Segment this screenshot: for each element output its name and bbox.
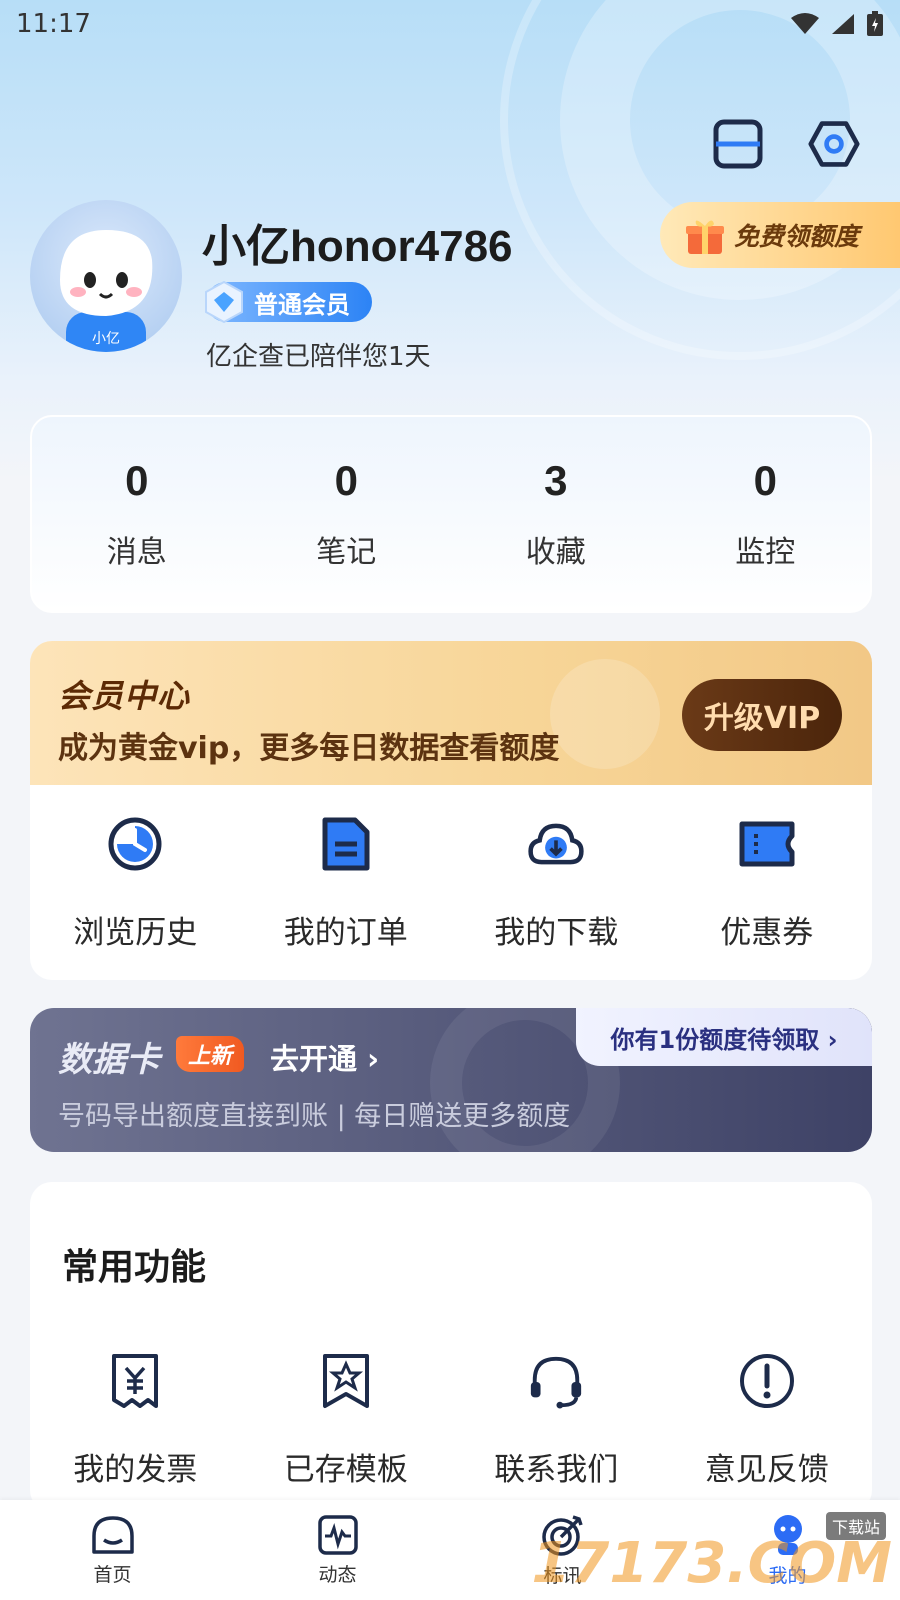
claim-quota-button[interactable]: 你有1份额度待领取 › bbox=[576, 1008, 872, 1066]
tab-label: 动态 bbox=[318, 1563, 357, 1586]
function-invoice[interactable]: 我的发票 bbox=[30, 1352, 240, 1489]
username: 小亿honor4786 bbox=[202, 222, 513, 271]
stats-card: 0 消息 0 笔记 3 收藏 0 监控 bbox=[30, 415, 872, 613]
quick-link-coupons[interactable]: 优惠券 bbox=[662, 815, 872, 952]
quick-link-orders[interactable]: 我的订单 bbox=[241, 815, 451, 952]
stat-value: 0 bbox=[334, 457, 358, 504]
stat-label: 笔记 bbox=[316, 535, 377, 570]
quick-link-history[interactable]: 浏览历史 bbox=[30, 815, 240, 952]
stat-favorites[interactable]: 3 收藏 bbox=[456, 457, 656, 571]
quick-link-label: 浏览历史 bbox=[73, 915, 198, 951]
member-badge[interactable]: 普通会员 bbox=[205, 280, 372, 324]
vip-card: 会员中心 成为黄金vip，更多每日数据查看额度 升级VIP 浏览历史 我的订单 … bbox=[30, 641, 872, 980]
stat-value: 3 bbox=[544, 457, 568, 504]
status-time: 11:17 bbox=[16, 9, 91, 39]
function-feedback[interactable]: 意见反馈 bbox=[662, 1352, 872, 1489]
feedback-icon bbox=[738, 1352, 796, 1410]
data-card-title: 数据卡 bbox=[58, 1040, 160, 1080]
accompany-text: 亿企查已陪伴您1天 bbox=[206, 342, 431, 372]
scan-icon[interactable] bbox=[712, 118, 764, 170]
common-functions-title: 常用功能 bbox=[62, 1247, 207, 1288]
open-link[interactable]: 去开通 › bbox=[270, 1036, 379, 1078]
vip-subtitle: 成为黄金vip，更多每日数据查看额度 bbox=[58, 731, 560, 766]
free-quota-button[interactable]: 免费领额度 bbox=[660, 202, 900, 268]
quick-link-label: 优惠券 bbox=[720, 915, 814, 951]
stat-value: 0 bbox=[125, 457, 149, 504]
avatar-caption: 小亿 bbox=[92, 331, 120, 347]
tab-label: 首页 bbox=[93, 1563, 132, 1586]
data-card-banner[interactable]: 数据卡 上新 去开通 › 号码导出额度直接到账 | 每日赠送更多额度 你有1份额… bbox=[30, 1008, 872, 1152]
status-bar: 11:17 bbox=[0, 0, 900, 48]
free-quota-label: 免费领额度 bbox=[734, 222, 860, 251]
function-label: 我的发票 bbox=[73, 1452, 198, 1488]
avatar[interactable]: 小亿 bbox=[30, 200, 182, 352]
home-icon bbox=[91, 1515, 134, 1554]
data-card-subtitle: 号码导出额度直接到账 | 每日赠送更多额度 bbox=[58, 1101, 571, 1132]
vip-title: 会员中心 bbox=[58, 677, 191, 715]
gift-icon bbox=[686, 220, 724, 254]
wifi-icon bbox=[791, 13, 819, 34]
member-level: 普通会员 bbox=[254, 290, 350, 319]
function-label: 联系我们 bbox=[494, 1452, 619, 1488]
stat-label: 消息 bbox=[106, 535, 167, 570]
common-functions-card: 常用功能 我的发票 已存模板 联系我们 意见反馈 bbox=[30, 1182, 872, 1512]
stat-value: 0 bbox=[753, 457, 777, 504]
stat-notes[interactable]: 0 笔记 bbox=[246, 457, 446, 571]
settings-icon[interactable] bbox=[808, 118, 860, 170]
function-label: 已存模板 bbox=[283, 1452, 408, 1488]
stat-label: 监控 bbox=[735, 535, 796, 570]
upgrade-vip-button[interactable]: 升级VIP bbox=[682, 679, 842, 751]
watermark: 17173.COM bbox=[531, 1531, 892, 1596]
order-icon bbox=[317, 815, 375, 873]
quick-link-label: 我的订单 bbox=[283, 915, 408, 951]
battery-icon bbox=[867, 11, 883, 36]
clock-icon bbox=[106, 815, 164, 873]
function-contact[interactable]: 联系我们 bbox=[451, 1352, 661, 1489]
quick-link-label: 我的下载 bbox=[494, 915, 619, 951]
function-templates[interactable]: 已存模板 bbox=[241, 1352, 451, 1489]
activity-icon bbox=[317, 1514, 358, 1555]
new-badge: 上新 bbox=[176, 1036, 245, 1072]
signal-icon bbox=[832, 14, 854, 34]
template-icon bbox=[317, 1352, 375, 1410]
headset-icon bbox=[527, 1352, 585, 1410]
vip-decor bbox=[550, 659, 660, 769]
stat-label: 收藏 bbox=[525, 535, 586, 570]
vip-banner[interactable]: 会员中心 成为黄金vip，更多每日数据查看额度 升级VIP bbox=[30, 641, 872, 785]
tab-activity[interactable]: 动态 bbox=[248, 1514, 428, 1587]
stat-messages[interactable]: 0 消息 bbox=[37, 457, 237, 571]
function-label: 意见反馈 bbox=[704, 1452, 829, 1488]
invoice-icon bbox=[106, 1352, 164, 1410]
cloud-download-icon bbox=[527, 815, 585, 873]
stat-monitors[interactable]: 0 监控 bbox=[665, 457, 865, 571]
coupon-icon bbox=[738, 815, 796, 873]
diamond-icon bbox=[205, 280, 243, 324]
quick-link-downloads[interactable]: 我的下载 bbox=[451, 815, 661, 952]
tab-home[interactable]: 首页 bbox=[23, 1514, 203, 1587]
